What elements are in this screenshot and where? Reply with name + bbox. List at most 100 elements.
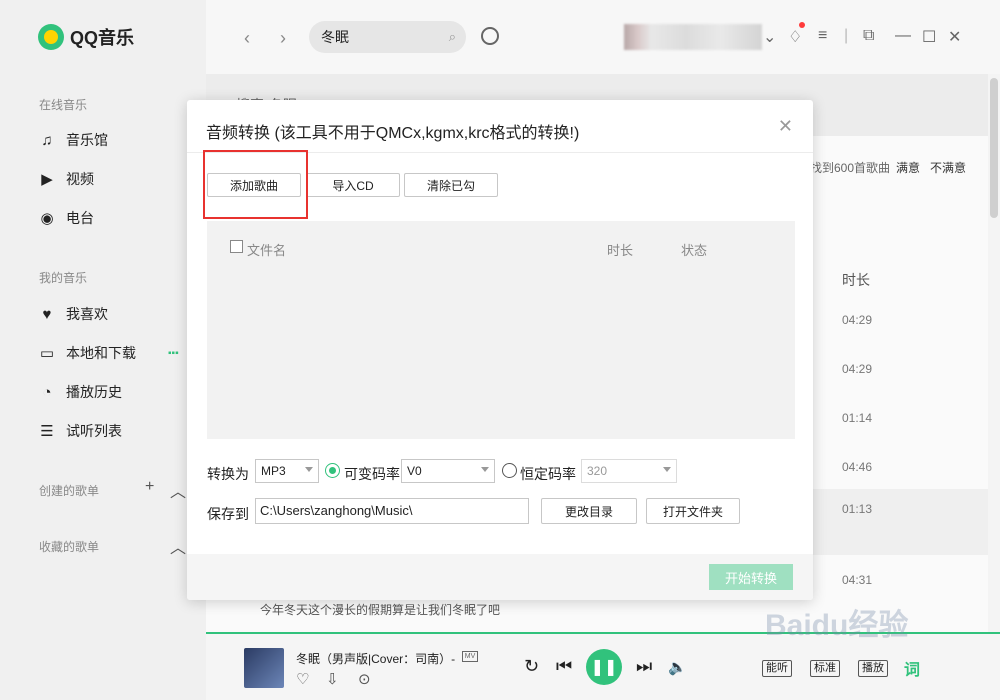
chevron-down-icon [481,467,489,472]
back-arrow-icon[interactable]: ‹ [244,28,250,49]
sidebar-item-music-hall[interactable]: ♫ 音乐馆 [38,130,108,150]
select-all-checkbox[interactable] [230,240,243,253]
sidebar-item-label: 我喜欢 [66,306,108,322]
highlighted-row [812,489,988,555]
sidebar-item-history[interactable]: ◔ 播放历史 [38,382,122,402]
cbr-label[interactable]: 恒定码率 [520,464,576,484]
heart-icon: ♥ [42,305,52,323]
baidu-watermark: Baidu经验 [765,609,909,642]
downloading-indicator-icon: ▪▪▪ [168,347,179,359]
cbr-radio[interactable] [502,463,517,478]
video-icon: ▶ [41,171,53,188]
change-directory-button[interactable]: 更改目录 [541,498,637,524]
duration-column-header: 时长 [607,243,634,258]
dialog-title: 音频转换 (该工具不用于QMCx,kgmx,krc格式的转换!) [206,125,580,142]
app-name: QQ音乐 [70,28,135,48]
clear-checked-button[interactable]: 清除已勾 [404,173,498,197]
my-music-title: 我的音乐 [39,271,88,285]
now-playing-title[interactable]: 冬眠（男声版|Cover：司南）- [296,650,455,667]
scrollbar-thumb[interactable] [990,78,998,218]
like-icon[interactable]: ♡ [296,670,309,688]
more-icon[interactable]: ⊙ [358,670,371,688]
minimize-icon[interactable]: — [895,27,911,45]
duration-column-header: 时长 [842,272,870,288]
vbr-value: V0 [407,464,422,478]
song-duration: 04:31 [842,573,873,587]
qq-music-logo-icon [38,24,64,50]
sidebar-item-label: 音乐馆 [66,132,108,148]
chevron-down-icon[interactable]: ⌄ [763,27,776,47]
pause-icon: ❚❚ [590,659,618,676]
format-select[interactable]: MP3 [255,459,319,483]
maximize-icon[interactable]: ☐ [922,27,936,47]
sidebar: QQ音乐 在线音乐 ♫ 音乐馆 ▶ 视频 ◉ 电台 我的音乐 ♥ 我喜欢 ▭ 本… [0,0,206,700]
chevron-down-icon [663,467,671,472]
unsatisfied-link[interactable]: 不满意 [930,159,966,176]
skin-icon[interactable]: ♢ [788,27,802,47]
sidebar-item-video[interactable]: ▶ 视频 [38,169,94,189]
menu-icon[interactable]: ≡ [818,27,827,45]
vbr-select[interactable]: V0 [401,459,495,483]
album-cover[interactable] [244,648,284,688]
close-icon[interactable]: ✕ [778,116,793,137]
user-avatar[interactable] [624,24,762,50]
sidebar-item-label: 电台 [66,210,94,226]
collected-playlists-title: 收藏的歌单 [39,540,100,554]
sidebar-item-label: 视频 [66,171,94,187]
lyric-button[interactable]: 词 [904,656,920,680]
scrollbar[interactable] [988,74,1000,634]
pause-button[interactable]: ❚❚ [586,649,622,685]
sidebar-item-favorites[interactable]: ♥ 我喜欢 [38,304,108,324]
sidebar-item-trial-list[interactable]: ☰ 试听列表 [38,421,122,441]
cbr-value: 320 [587,464,608,478]
song-duration: 01:14 [842,411,873,425]
close-window-icon[interactable]: ✕ [948,27,961,47]
top-bar: ‹ › ⌕ ⌄ ♢ ≡ | ⧉ — ☐ ✕ [206,0,1000,74]
add-playlist-icon[interactable]: + [145,478,154,496]
lyric-snippet: 今年冬天这个漫长的假期算是让我们冬眠了吧 [260,603,501,617]
song-duration: 04:29 [842,362,873,376]
import-cd-button[interactable]: 导入CD [306,173,400,197]
satisfied-link[interactable]: 满意 [896,159,920,176]
next-icon[interactable]: ⏭ [636,656,652,677]
vbr-radio[interactable] [325,463,340,478]
volume-icon[interactable]: 🔈 [668,658,687,676]
save-to-label: 保存到 [207,506,249,522]
previous-icon[interactable]: ⏮ [556,656,572,677]
sidebar-item-radio[interactable]: ◉ 电台 [38,208,94,228]
search-icon[interactable]: ⌕ [449,29,456,45]
mv-icon[interactable]: MV [462,651,478,662]
sidebar-item-local-download[interactable]: ▭ 本地和下载 ▪▪▪ [38,343,179,363]
filename-column-header: 文件名 [247,243,287,258]
online-music-title: 在线音乐 [39,98,88,112]
search-input[interactable] [321,29,431,45]
play-count-tag[interactable]: 播放 [858,660,888,677]
file-list-table: 文件名 时长 状态 [207,221,795,439]
audio-convert-dialog: 音频转换 (该工具不用于QMCx,kgmx,krc格式的转换!) ✕ 添加歌曲 … [187,100,813,600]
open-folder-button[interactable]: 打开文件夹 [646,498,740,524]
cbr-select: 320 [581,459,677,483]
chevron-up-icon[interactable]: ︿ [170,478,186,502]
search-box[interactable]: ⌕ [309,21,466,53]
notification-dot [799,22,805,28]
radio-icon: ◉ [40,210,54,227]
download-icon[interactable]: ⇩ [326,670,339,688]
history-icon: ◔ [42,383,52,401]
created-playlists-title: 创建的歌单 [39,484,100,498]
sidebar-item-label: 试听列表 [66,423,122,439]
vbr-label[interactable]: 可变码率 [344,464,400,484]
chevron-down-icon [305,467,313,472]
song-duration: 04:29 [842,313,873,327]
loop-icon[interactable]: ↻ [524,656,539,677]
quality-tag[interactable]: 能听 [762,660,792,677]
chevron-up-icon[interactable]: ︿ [170,534,186,558]
save-path-field[interactable]: C:\Users\zanghong\Music\ [255,498,529,524]
format-value: MP3 [261,464,286,478]
app-logo[interactable]: QQ音乐 [38,24,134,50]
start-convert-button[interactable]: 开始转换 [709,564,793,590]
effect-tag[interactable]: 标准 [810,660,840,677]
forward-arrow-icon[interactable]: › [280,28,286,49]
mini-mode-icon[interactable]: ⧉ [863,27,874,45]
voice-search-icon[interactable] [481,27,499,45]
annotation-highlight-box [203,150,308,219]
